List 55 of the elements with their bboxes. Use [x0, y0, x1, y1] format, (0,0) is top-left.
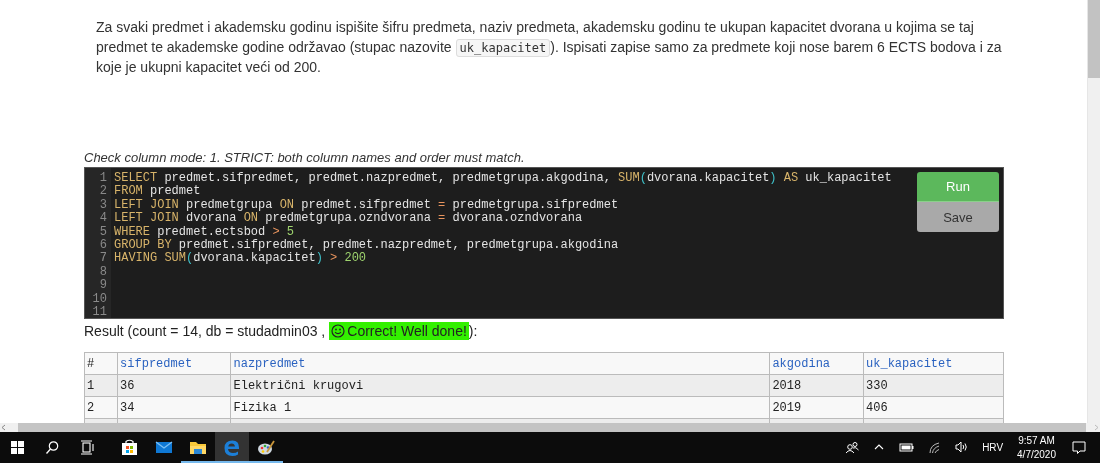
- line-number: 6: [98, 238, 108, 252]
- smiley-icon: [331, 324, 346, 338]
- save-button[interactable]: Save: [917, 202, 999, 232]
- table-cell: Fizika 1: [231, 396, 770, 419]
- table-cell: 406: [863, 396, 1004, 419]
- table-cell: 330: [863, 374, 1004, 397]
- code-editor[interactable]: [84, 167, 1004, 319]
- column-header[interactable]: akgodina: [769, 352, 864, 375]
- speaker-icon[interactable]: [955, 440, 970, 455]
- line-number: 4: [98, 212, 108, 226]
- battery-icon[interactable]: [899, 440, 915, 455]
- line-number: 9: [98, 279, 108, 293]
- line-number: 3: [98, 198, 108, 212]
- shopping-bag-icon: [121, 438, 139, 457]
- column-header[interactable]: uk_kapacitet: [863, 352, 1004, 375]
- code-line: SELECT predmet.sifpredmet, predmet.nazpredmet, predmetgrupa.akgodina, SUM(dvorana.kapacitet) AS uk_kapacitet: [114, 172, 892, 185]
- code-line: GROUP BY predmet.sifpredmet, predmet.nazpredmet, predmetgrupa.akgodina: [114, 238, 619, 252]
- notification-icon[interactable]: [1072, 440, 1086, 455]
- line-number: 2: [98, 185, 108, 199]
- browser-icon: [223, 438, 241, 457]
- search-icon: [45, 440, 60, 455]
- task-description: Za svaki predmet i akademsku godinu ispišite šifru predmeta, naziv predmeta, akademsku godinu te ukupan kapacitet dvorana u kojima se taj predmet te akademske godine održavao (stupac nazovite uk_kapacitet ). Ispisati zapise samo za predmete koji nose barem 6 ECTS bodova i za koje je ukupni kapacitet veći od 200.: [96, 18, 1003, 78]
- code-line: HAVING SUM(dvorana.kapacitet) > 200: [114, 252, 367, 266]
- line-number: 7: [98, 252, 108, 266]
- result-summary: Result (count = 14, db = studadmin03 ,: [84, 323, 326, 339]
- scrollbar-thumb[interactable]: [1088, 0, 1100, 78]
- column-header[interactable]: sifpredmet: [117, 352, 231, 375]
- table-cell: 1: [84, 374, 118, 397]
- clock-time[interactable]: 9:57 AM: [1018, 433, 1055, 448]
- task-view-icon: [80, 440, 95, 455]
- wifi-icon[interactable]: [928, 440, 942, 455]
- input-language[interactable]: HRV: [976, 432, 1010, 463]
- line-number: 8: [98, 265, 108, 279]
- result-suffix: ):: [468, 323, 478, 339]
- code-line: WHERE predmet.ectsbod > 5: [114, 225, 295, 239]
- column-header: #: [84, 352, 118, 375]
- code-line: LEFT JOIN dvorana ON predmetgrupa.ozndvorana = dvorana.ozndvorana: [114, 212, 583, 226]
- line-number: 1: [98, 172, 108, 185]
- table-cell: Električni krugovi: [231, 374, 770, 397]
- clock-date[interactable]: 4/7/2020: [1017, 447, 1056, 462]
- line-number: 10: [91, 292, 108, 306]
- people-icon[interactable]: [845, 440, 860, 455]
- palette-icon: [257, 438, 275, 457]
- line-number: 11: [91, 305, 108, 320]
- scroll-left-icon[interactable]: [0, 423, 8, 432]
- start-icon: [10, 440, 25, 455]
- success-message: Correct! Well done!: [347, 323, 467, 339]
- taskbar-app-button[interactable]: [215, 432, 249, 463]
- column-header[interactable]: nazpredmet: [231, 352, 770, 375]
- check-mode-note: Check column mode: 1. STRICT: both column names and order must match.: [84, 150, 525, 165]
- code-line: LEFT JOIN predmetgrupa ON predmet.sifpredmet = predmetgrupa.sifpredmet: [114, 198, 619, 212]
- code-line: FROM predmet: [114, 185, 201, 199]
- table-cell: 2: [84, 396, 118, 419]
- scrollbar-thumb[interactable]: [18, 423, 1086, 432]
- line-number: 5: [98, 225, 108, 239]
